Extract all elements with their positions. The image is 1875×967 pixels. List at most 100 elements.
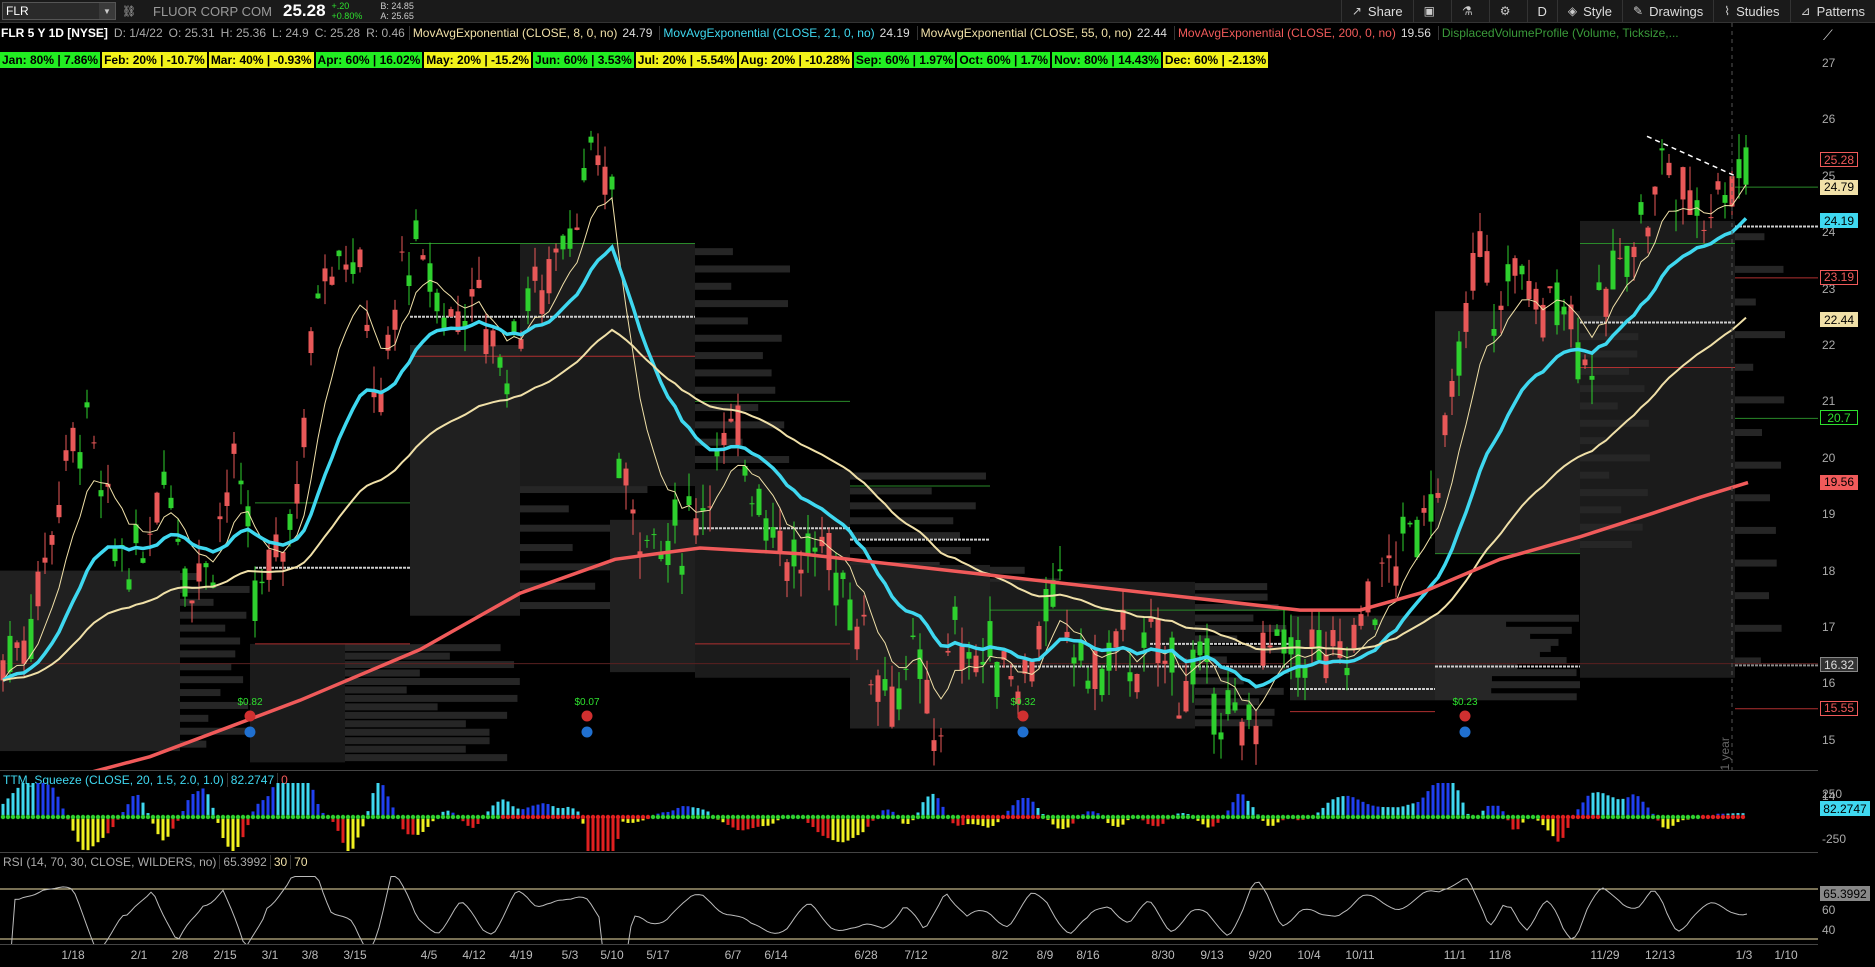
study-label: DisplacedVolumeProfile (Volume, Ticksize… bbox=[1441, 26, 1679, 40]
date-tick-label: 2/15 bbox=[213, 948, 237, 962]
earnings-icon[interactable] bbox=[1459, 710, 1471, 722]
candle-body bbox=[231, 443, 237, 454]
squeeze-dot bbox=[900, 814, 906, 820]
squeeze-bar bbox=[96, 817, 100, 843]
candle-body bbox=[1645, 227, 1651, 237]
patterns-button[interactable]: ⊿ Patterns bbox=[1789, 0, 1875, 22]
candle-body bbox=[973, 655, 979, 673]
candle-body bbox=[1463, 303, 1469, 332]
study-legend-item[interactable]: MovAvgExponential (CLOSE, 21, 0, no) 24.1… bbox=[659, 26, 912, 40]
company-name: FLUOR CORP COM bbox=[153, 3, 272, 19]
squeeze-dot bbox=[270, 814, 276, 820]
candle-body bbox=[252, 580, 258, 621]
earnings-icon[interactable] bbox=[581, 710, 593, 722]
candle-body bbox=[1225, 690, 1231, 715]
squeeze-dot bbox=[405, 814, 411, 820]
study-legend-item[interactable]: DisplacedVolumeProfile (Volume, Ticksize… bbox=[1437, 26, 1682, 40]
squeeze-dot bbox=[35, 814, 41, 820]
share-button[interactable]: ↗ Share bbox=[1340, 0, 1413, 22]
squeeze-dot bbox=[1535, 814, 1541, 820]
earnings-icon[interactable] bbox=[244, 710, 256, 722]
squeeze-dot bbox=[915, 814, 921, 820]
squeeze-dot bbox=[760, 814, 766, 820]
squeeze-bar bbox=[296, 783, 300, 817]
candle-body bbox=[1610, 250, 1616, 290]
squeeze-bar bbox=[606, 817, 610, 851]
rsi-chart[interactable] bbox=[0, 872, 1818, 944]
squeeze-chart[interactable] bbox=[0, 780, 1818, 852]
squeeze-bar bbox=[1441, 783, 1445, 817]
candle-body bbox=[1190, 649, 1196, 685]
trend-line[interactable] bbox=[1646, 135, 1736, 177]
candle-body bbox=[1449, 380, 1455, 397]
chevron-down-icon[interactable]: ▼ bbox=[99, 3, 115, 19]
price-chart[interactable]: 2021 year $0.82 $0.07 $0.32 $0.23 bbox=[0, 23, 1818, 770]
squeeze-dot bbox=[1585, 814, 1591, 820]
candle-body bbox=[1526, 280, 1532, 300]
squeeze-bar bbox=[1456, 790, 1460, 817]
dividend-icon[interactable] bbox=[1459, 726, 1471, 738]
squeeze-dot bbox=[1240, 814, 1246, 820]
squeeze-dot bbox=[1250, 814, 1256, 820]
symbol-input[interactable]: FLR ▼ bbox=[2, 2, 116, 20]
candle-body bbox=[406, 275, 412, 287]
study-legend-item[interactable]: MovAvgExponential (CLOSE, 55, 0, no) 22.4… bbox=[916, 26, 1170, 40]
study-legend-item[interactable]: MovAvgExponential (CLOSE, 200, 0, no) 19.… bbox=[1173, 26, 1434, 40]
candle-body bbox=[1197, 641, 1203, 656]
dividend-icon[interactable] bbox=[1017, 726, 1029, 738]
squeeze-dot bbox=[355, 814, 361, 820]
earnings-icon[interactable] bbox=[1017, 710, 1029, 722]
squeeze-bar bbox=[136, 794, 140, 817]
squeeze-dot bbox=[1740, 814, 1746, 820]
squeeze-dot bbox=[180, 814, 186, 820]
volume-profile-bar bbox=[345, 754, 508, 762]
volume-profile-bar bbox=[1435, 620, 1507, 628]
volume-profile-bar bbox=[1580, 367, 1629, 375]
squeeze-dot bbox=[705, 814, 711, 820]
squeeze-bar bbox=[261, 800, 265, 817]
volume-profile-bar bbox=[1735, 526, 1776, 534]
studies-button[interactable]: ⌇ Studies bbox=[1713, 0, 1789, 22]
candle-body bbox=[1491, 328, 1497, 336]
chart-settings-button[interactable]: ▣ bbox=[1412, 0, 1451, 22]
candle-body bbox=[1288, 637, 1294, 655]
timeframe-button[interactable]: D bbox=[1526, 0, 1557, 22]
study-legend: MovAvgExponential (CLOSE, 8, 0, no) 24.79… bbox=[405, 26, 1682, 40]
candle-body bbox=[959, 645, 965, 671]
squeeze-bar bbox=[271, 787, 275, 817]
rsi-legend: RSI (14, 70, 30, CLOSE, WILDERS, no) 65.… bbox=[0, 853, 311, 871]
price-tick-label: 22 bbox=[1822, 338, 1836, 352]
volume-profile-bar bbox=[1735, 298, 1756, 306]
date-tick-label: 8/16 bbox=[1076, 948, 1100, 962]
candle-body bbox=[1064, 631, 1070, 638]
squeeze-dot bbox=[850, 814, 856, 820]
squeeze-bar bbox=[851, 817, 855, 838]
draw-tool-icon[interactable]: ⟋ bbox=[1823, 27, 1843, 43]
candle-body bbox=[112, 547, 118, 562]
link-icon[interactable]: ⛓ bbox=[121, 3, 137, 19]
squeeze-dot bbox=[15, 814, 21, 820]
candle-body bbox=[1176, 715, 1182, 719]
squeeze-bar bbox=[1416, 801, 1420, 817]
squeeze-dot bbox=[1195, 814, 1201, 820]
drawings-button[interactable]: ✎ Drawings bbox=[1622, 0, 1713, 22]
candle-body bbox=[1323, 654, 1329, 679]
squeeze-dot bbox=[250, 814, 256, 820]
dividend-icon[interactable] bbox=[581, 726, 593, 738]
dividend-icon[interactable] bbox=[244, 726, 256, 738]
date-tick-label: 8/2 bbox=[991, 948, 1009, 962]
squeeze-dot bbox=[330, 814, 336, 820]
squeeze-dot bbox=[1435, 814, 1441, 820]
volume-profile-bar bbox=[1195, 614, 1254, 622]
squeeze-dot bbox=[120, 814, 126, 820]
study-legend-item[interactable]: MovAvgExponential (CLOSE, 8, 0, no) 24.79 bbox=[408, 26, 656, 40]
flask-button[interactable]: ⚗ bbox=[1450, 0, 1489, 22]
style-button[interactable]: ◈ Style bbox=[1556, 0, 1622, 22]
candle-body bbox=[1211, 693, 1217, 735]
squeeze-dot bbox=[1360, 814, 1366, 820]
squeeze-bar bbox=[166, 817, 170, 837]
squeeze-dot bbox=[1065, 814, 1071, 820]
gear-button[interactable]: ⚙ bbox=[1488, 0, 1527, 22]
squeeze-dot bbox=[1210, 814, 1216, 820]
rsi-axis-60: 60 bbox=[1822, 903, 1836, 917]
